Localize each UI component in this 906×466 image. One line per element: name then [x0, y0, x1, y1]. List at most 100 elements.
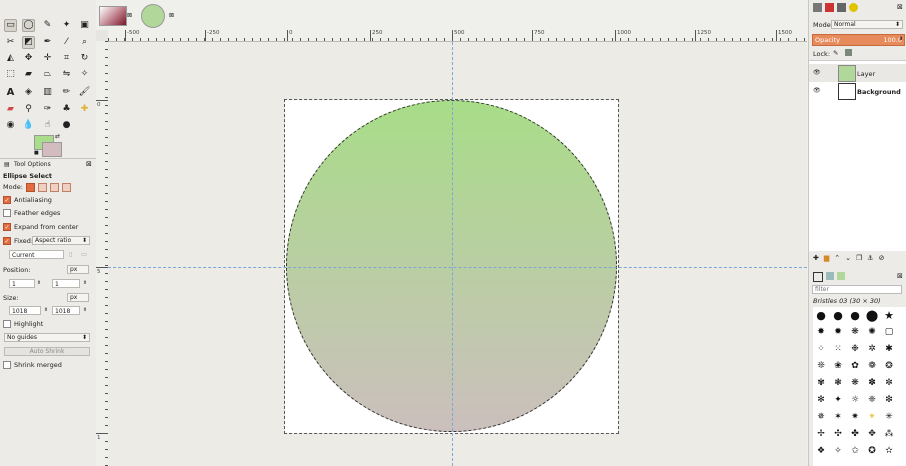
layer-row[interactable]: 👁 Background — [809, 82, 906, 100]
landscape-icon[interactable]: ▭ — [81, 250, 87, 258]
brush-preset[interactable]: ✸ — [815, 326, 827, 338]
brush-preset[interactable]: ✧ — [832, 445, 844, 457]
bucket-fill-icon[interactable]: ◈ — [22, 86, 35, 99]
default-colors-icon[interactable]: ■ — [34, 150, 39, 156]
ellipse-select-icon[interactable]: ◯ — [22, 19, 35, 32]
brush-preset[interactable]: ✩ — [849, 445, 861, 457]
rotate-icon[interactable]: ↻ — [78, 52, 91, 65]
brush-preset[interactable]: ✣ — [832, 428, 844, 440]
current-ratio-field[interactable]: Current — [9, 250, 64, 259]
fuzzy-select-icon[interactable]: ✦ — [60, 19, 73, 32]
brush-preset[interactable]: ❊ — [815, 360, 827, 372]
brushes-tab-icon[interactable] — [813, 272, 823, 282]
visibility-eye-icon[interactable]: 👁 — [813, 69, 821, 76]
brush-preset[interactable]: ⁙ — [832, 343, 844, 355]
auto-shrink-button[interactable]: Auto Shrink — [4, 347, 90, 356]
brush-preset[interactable]: ❀ — [832, 360, 844, 372]
fixed-dropdown[interactable]: Aspect ratio ⬍ — [32, 236, 90, 245]
brush-preset[interactable]: ❖ — [815, 445, 827, 457]
brush-preset[interactable]: ⬤ — [866, 309, 878, 322]
brush-preset[interactable]: ✼ — [883, 377, 895, 389]
lock-alpha-icon[interactable] — [845, 49, 852, 56]
panel-menu-icon[interactable]: ⊠ — [86, 160, 92, 168]
brush-preset[interactable]: ✶ — [832, 411, 844, 423]
brush-preset[interactable]: ✱ — [883, 343, 895, 355]
layers-tab-icon[interactable] — [813, 3, 822, 12]
brush-preset[interactable]: ✿ — [849, 360, 861, 372]
fixed-row[interactable]: ✓ Fixed: — [3, 236, 33, 246]
dodge-burn-icon[interactable]: ● — [60, 119, 73, 132]
paintbrush-icon[interactable]: 🖌 — [78, 86, 91, 99]
brush-preset[interactable]: ✷ — [849, 411, 861, 423]
brush-preset[interactable]: ✦ — [832, 394, 844, 406]
expand-checkbox[interactable]: ✓ — [3, 223, 11, 231]
size-width-field[interactable]: 1018 — [9, 306, 41, 315]
crop-icon[interactable]: ⌗ — [60, 52, 73, 65]
mode-replace-icon[interactable] — [25, 182, 35, 192]
flip-icon[interactable]: ⇋ — [60, 68, 73, 81]
brush-preset[interactable]: ✹ — [832, 326, 844, 338]
pencil-icon[interactable]: ✏ — [60, 86, 73, 99]
clone-icon[interactable]: ♣ — [60, 103, 73, 116]
brush-preset[interactable]: ❋ — [849, 377, 861, 389]
anchor-layer-icon[interactable]: ⚓ — [867, 254, 873, 262]
brush-preset[interactable]: ✴ — [866, 411, 878, 423]
channels-tab-icon[interactable] — [825, 3, 834, 12]
opacity-slider[interactable]: Opacity 100.0 — [812, 34, 905, 46]
brush-preset[interactable]: ✢ — [815, 428, 827, 440]
layer-name[interactable]: Background — [857, 88, 901, 96]
size-unit-dropdown[interactable]: px — [67, 293, 89, 302]
brush-preset[interactable]: ✳ — [883, 411, 895, 423]
tool-options-tab[interactable]: ▤ Tool Options ⊠ — [0, 158, 96, 170]
mode-intersect-icon[interactable] — [61, 182, 71, 192]
eraser-icon[interactable]: ▰ — [4, 103, 17, 116]
brush-preset[interactable]: ✫ — [883, 445, 895, 457]
measure-icon[interactable]: ◭ — [4, 52, 17, 65]
ink-icon[interactable]: ✑ — [41, 103, 54, 116]
brush-preset[interactable]: ✥ — [866, 428, 878, 440]
heal-icon[interactable]: ✚ — [78, 103, 91, 116]
delete-layer-icon[interactable]: ⊘ — [879, 254, 885, 262]
position-x-field[interactable]: 1 — [9, 279, 35, 288]
shrink-merged-checkbox[interactable] — [3, 361, 11, 369]
swap-colors-icon[interactable]: ⇄ — [55, 133, 60, 140]
guides-dropdown[interactable]: No guides ⬍ — [4, 333, 90, 342]
brush-preset[interactable]: ● — [849, 309, 861, 322]
dock-menu-icon[interactable]: ⊠ — [897, 3, 903, 11]
antialiasing-row[interactable]: ✓ Antialiasing — [3, 195, 52, 205]
dock-menu-icon[interactable]: ⊠ — [897, 272, 903, 280]
visibility-eye-icon[interactable]: 👁 — [813, 87, 821, 94]
opacity-spinner[interactable]: ⬍ — [899, 36, 903, 42]
blend-icon[interactable]: ▥ — [41, 86, 54, 99]
size-height-spinner[interactable]: ⬍ — [81, 306, 89, 315]
brush-preset[interactable]: ❂ — [883, 360, 895, 372]
perspective-icon[interactable]: ⏢ — [41, 68, 54, 81]
new-layer-icon[interactable]: ✚ — [813, 254, 819, 262]
perspective-clone-icon[interactable]: ◉ — [4, 119, 17, 132]
brush-preset[interactable]: ▢ — [883, 326, 895, 338]
lower-layer-icon[interactable]: ⌄ — [845, 254, 851, 262]
undo-tab-icon[interactable] — [849, 3, 858, 12]
brush-preset[interactable]: ● — [832, 309, 844, 322]
patterns-tab-icon[interactable] — [826, 272, 834, 280]
paths-icon[interactable]: ✒ — [41, 36, 54, 49]
lock-pixels-icon[interactable]: ✎ — [833, 49, 838, 57]
scale-icon[interactable]: ⬚ — [4, 68, 17, 81]
align-icon[interactable]: ✛ — [41, 52, 54, 65]
mode-subtract-icon[interactable] — [49, 182, 59, 192]
brush-preset[interactable]: ❃ — [832, 377, 844, 389]
image-thumbnail-2[interactable] — [141, 4, 165, 28]
brush-preset[interactable]: ✽ — [866, 377, 878, 389]
brush-preset[interactable]: ★ — [883, 309, 895, 322]
move-icon[interactable]: ✥ — [22, 52, 35, 65]
antialiasing-checkbox[interactable]: ✓ — [3, 196, 11, 204]
shear-icon[interactable]: ▰ — [22, 68, 35, 81]
position-unit-dropdown[interactable]: px — [67, 265, 89, 274]
raise-layer-icon[interactable]: ⌃ — [834, 254, 840, 262]
airbrush-icon[interactable]: ⚲ — [22, 103, 35, 116]
cage-icon[interactable]: ✧ — [78, 68, 91, 81]
brush-preset[interactable]: ❇ — [883, 394, 895, 406]
position-y-spinner[interactable]: ⬍ — [81, 279, 89, 288]
brush-preset[interactable]: ⁂ — [883, 428, 895, 440]
zoom-icon[interactable]: ⌕ — [78, 36, 91, 49]
